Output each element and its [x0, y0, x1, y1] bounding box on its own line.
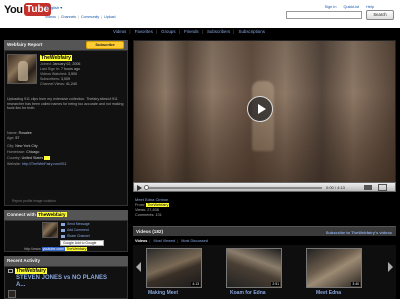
send-message-link[interactable]: Send Message [61, 222, 90, 226]
video-from: From: TheWebfairy [135, 203, 170, 207]
language-selector[interactable]: English ▾ [46, 5, 62, 10]
recent-activity-thumb[interactable] [8, 290, 16, 298]
comment-icon [61, 228, 65, 232]
connect-heading: Connect with TheWebfairy [4, 210, 128, 220]
video-duration: 3:40 [351, 282, 360, 286]
user-links: Sign In QuickList Help [319, 5, 374, 9]
videos-tab-most-discussed[interactable]: Most Discussed [181, 239, 208, 243]
stat-channel-views: Channel Views: 41,240 [40, 82, 77, 86]
field-city: City: New York City [7, 144, 38, 148]
player-controls: 0:00 / 4:13 [133, 182, 396, 192]
nav-videos[interactable]: Videos [45, 15, 56, 19]
video-duration: 2:51 [271, 282, 280, 286]
video-thumbnail[interactable]: 3:40 [306, 248, 362, 288]
video-thumbnail[interactable]: 2:51 [226, 248, 282, 288]
nav-community[interactable]: Community [81, 15, 99, 19]
seek-bar[interactable] [146, 187, 322, 189]
quicklist-link[interactable]: QuickList [344, 5, 360, 9]
search-button[interactable]: Search [366, 10, 394, 20]
videos-header: Videos (182) Subscribe to TheWebfairy's … [133, 226, 396, 236]
profile-description: Uploading 911 clips from my extensive co… [7, 97, 124, 111]
field-hometown: Hometown: Chicago [7, 150, 40, 154]
arrow-right-icon[interactable] [388, 262, 393, 272]
videos-tab-videos[interactable]: Videos [135, 239, 147, 243]
video-title[interactable]: Meet Edna Cintron [135, 197, 168, 202]
stat-subscribers: Subscribers: 3,009 [40, 77, 70, 81]
subscribe-button[interactable]: Subscribe [86, 41, 124, 49]
search-input[interactable] [286, 11, 362, 19]
add-comment-link[interactable]: Add Comment [61, 228, 89, 232]
tab-subscriptions[interactable]: Subscriptions [239, 29, 265, 34]
tab-favorites[interactable]: Favorites [135, 29, 153, 34]
stat-joined: Joined: January 02, 2006 [40, 62, 81, 66]
channel-url[interactable]: http://www.youtube.com/TheWebfairy [24, 247, 88, 251]
videos-heading: Videos (182) [136, 229, 163, 234]
video-title-link[interactable]: Koam for Edna [230, 290, 266, 296]
video-title-link[interactable]: Meet Edna [316, 290, 341, 296]
tab-videos[interactable]: Videos [113, 29, 126, 34]
play-icon[interactable] [247, 96, 273, 122]
video-comments: Comments: 101 [135, 213, 162, 217]
nav-upload[interactable]: Upload [104, 15, 115, 19]
logo-you-text: You [4, 4, 23, 16]
fullscreen-icon[interactable] [378, 184, 387, 191]
field-country: Country: United States [7, 156, 51, 160]
envelope-icon [61, 222, 65, 226]
video-views: Views: 27,838 [135, 208, 159, 212]
channel-nav: Videos | Favorites | Groups | Friends | Subs… [0, 28, 400, 37]
recent-activity-link[interactable]: STEVEN JONES vs NO PLANES A... [16, 275, 116, 289]
connect-avatar[interactable] [42, 222, 58, 238]
video-thumbnail[interactable]: 4:13 [146, 248, 202, 288]
recent-activity-heading: Recent Activity [4, 256, 128, 266]
stat-last-sign-in: Last Sign In: 7 hours ago [40, 67, 80, 71]
share-channel-link[interactable]: Share Channel [61, 234, 90, 238]
field-website: Website: http://TheWebFairy.com/911 [7, 162, 67, 166]
tab-subscribers[interactable]: Subscribers [207, 29, 230, 34]
nav-channels[interactable]: Channels [61, 15, 76, 19]
report-violation-link[interactable]: Report profile image violation [12, 199, 56, 203]
video-icon [8, 268, 13, 273]
stat-videos-watched: Videos Watched: 3,900 [40, 72, 77, 76]
top-header: You Tube English ▾ Videos | Channels | C… [0, 0, 400, 28]
profile-username[interactable]: TheWebfairy [40, 55, 72, 61]
video-from-user[interactable]: TheWebfairy [145, 203, 170, 207]
tab-friends[interactable]: Friends [184, 29, 199, 34]
avatar[interactable] [7, 54, 37, 84]
video-title-link[interactable]: Making Meet [148, 290, 178, 296]
help-link[interactable]: Help [366, 5, 374, 9]
website-link[interactable]: http://TheWebFairy.com/911 [22, 162, 67, 166]
videos-tabs: Videos | Most Viewed | Most Discussed [135, 239, 208, 243]
main-nav: Videos | Channels | Community | Upload [45, 15, 116, 19]
play-button[interactable] [136, 184, 143, 191]
youtube-logo[interactable]: You Tube [4, 3, 52, 17]
recent-activity-user[interactable]: TheWebfairy [8, 268, 47, 274]
field-age: Age: 57 [7, 136, 20, 140]
subscribe-videos-link[interactable]: Subscribe to TheWebfairy's videos [326, 230, 392, 235]
tab-groups[interactable]: Groups [161, 29, 175, 34]
seek-handle[interactable] [144, 185, 149, 190]
share-icon [61, 234, 65, 238]
field-name: Name: Rosalee [7, 131, 32, 135]
sign-in-link[interactable]: Sign In [325, 5, 337, 9]
volume-icon[interactable] [364, 185, 372, 190]
videos-tab-most-viewed[interactable]: Most Viewed [153, 239, 175, 243]
video-duration: 4:13 [191, 282, 200, 286]
time-display: 0:00 / 4:13 [326, 185, 345, 190]
add-to-google-button[interactable]: Google Add to Google [60, 240, 104, 246]
arrow-left-icon[interactable] [136, 262, 141, 272]
